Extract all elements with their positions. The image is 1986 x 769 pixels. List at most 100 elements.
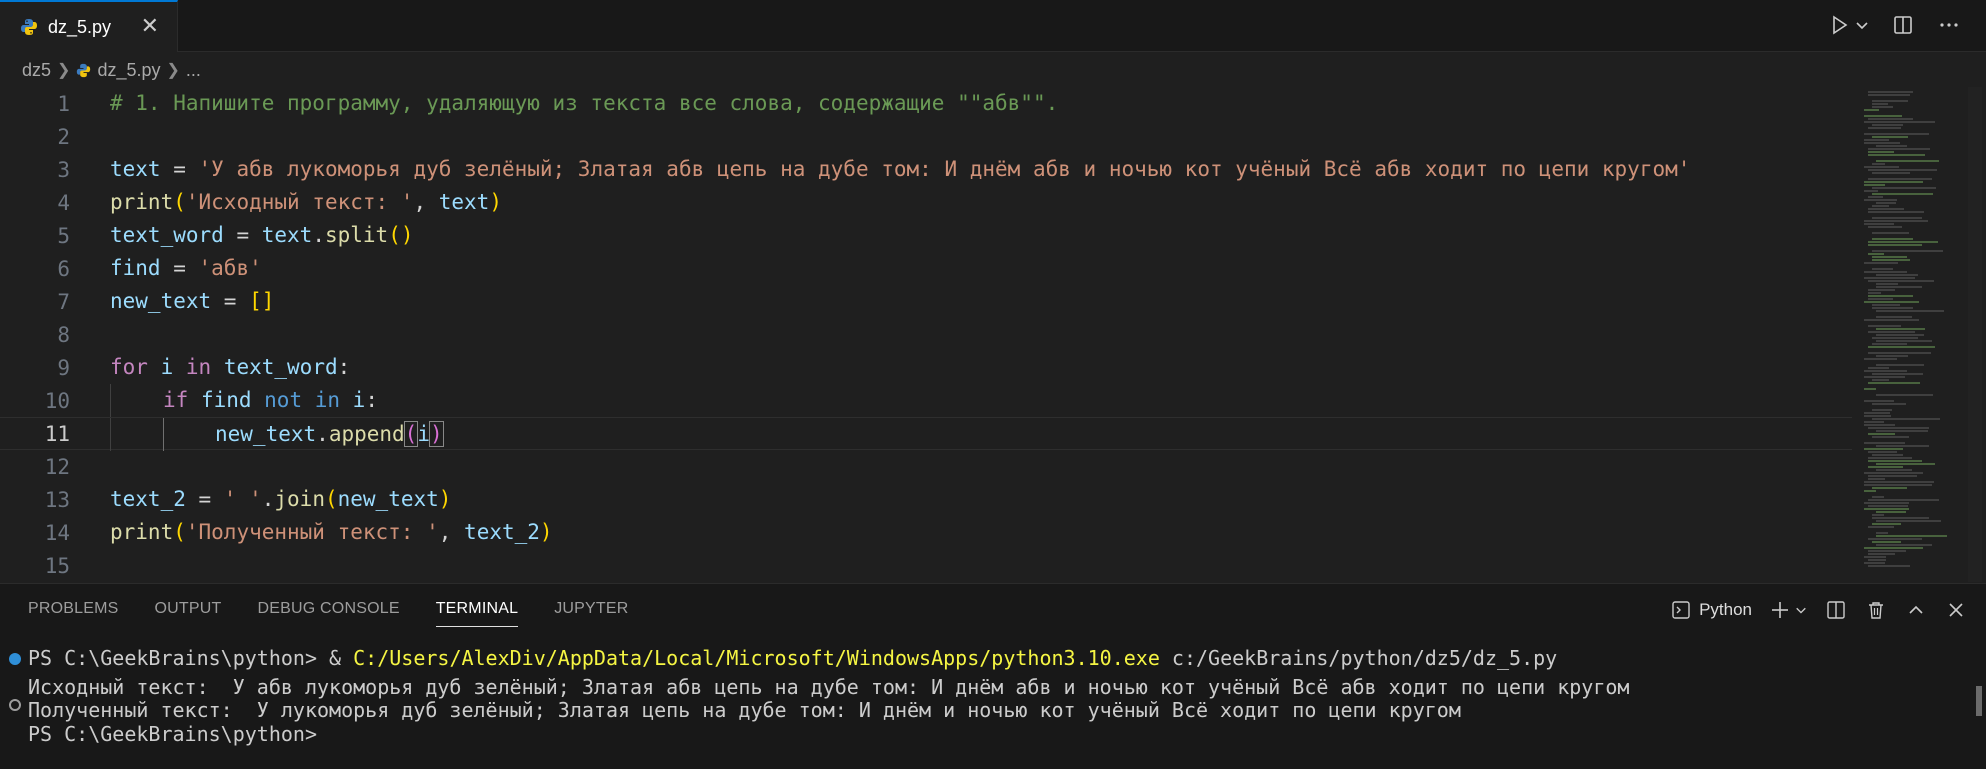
python-file-icon [76, 63, 91, 78]
code-string: 'Полученный текст: ' [185, 520, 439, 544]
line-number: 15 [44, 553, 70, 578]
minimap-line [1872, 487, 1907, 489]
code-token: ( [173, 520, 186, 544]
code-token: text [261, 223, 313, 247]
tab-debug-console[interactable]: DEBUG CONSOLE [258, 600, 400, 627]
line-number: 9 [57, 355, 70, 380]
minimap-line [1868, 352, 1931, 354]
minimap-line [1868, 538, 1922, 540]
code-line-14[interactable]: 14 print('Полученный текст: ', text_2) [0, 516, 1852, 549]
minimap-line [1872, 250, 1943, 252]
minimap-line [1868, 451, 1897, 453]
breadcrumb-folder[interactable]: dz5 [22, 60, 51, 81]
split-terminal-icon [1827, 601, 1845, 619]
minimap-line [1864, 442, 1905, 444]
code-line-12[interactable]: 12 [0, 450, 1852, 483]
breadcrumb-file[interactable]: dz_5.py [97, 60, 160, 81]
panel-actions: Python [1671, 598, 1968, 622]
code-line-13[interactable]: 13 text_2 = ' '.join(new_text) [0, 483, 1852, 516]
code-token: text_word [211, 355, 338, 379]
minimap-line [1868, 478, 1885, 480]
minimap-line [1864, 448, 1903, 450]
minimap-line [1868, 550, 1906, 552]
line-number: 2 [57, 124, 70, 149]
code-line-9[interactable]: 9 for i in text_word: [0, 351, 1852, 384]
code-line-3[interactable]: 3 text = 'У абв лукоморья дуб зелёный; З… [0, 153, 1852, 186]
minimap-line [1868, 196, 1883, 198]
code-token: split [324, 223, 389, 247]
code-line-4[interactable]: 4 print('Исходный текст: ', text) [0, 186, 1852, 219]
tab-problems[interactable]: PROBLEMS [28, 600, 119, 627]
minimap-line [1872, 172, 1910, 174]
code-token: append [328, 422, 405, 446]
minimap-line [1868, 127, 1901, 129]
run-python-file-button[interactable] [1826, 12, 1852, 38]
minimap-line [1868, 427, 1929, 429]
minimap-line [1876, 160, 1939, 162]
chevron-up-icon [1909, 605, 1923, 614]
tab-dz-5-py[interactable]: dz_5.py ✕ [0, 0, 178, 52]
minimap-line [1868, 553, 1895, 555]
command-success-decoration[interactable] [9, 653, 21, 665]
editor-actions [1826, 12, 1962, 38]
minimap-line [1872, 259, 1910, 261]
split-editor-button[interactable] [1890, 12, 1916, 38]
minimap-line [1864, 508, 1909, 510]
editor-scrollbar[interactable] [1968, 87, 1982, 582]
terminal-dropdown-button[interactable] [1794, 598, 1808, 622]
code-line-7[interactable]: 7 new_text = [] [0, 285, 1852, 318]
code-line-15[interactable]: 15 [0, 549, 1852, 582]
kill-terminal-button[interactable] [1864, 598, 1888, 622]
breadcrumb-symbols[interactable]: ... [186, 60, 201, 81]
terminal-scrollbar[interactable] [1976, 686, 1982, 716]
minimap-line [1864, 562, 1885, 564]
code-token: = [160, 256, 199, 280]
tab-label: dz_5.py [48, 16, 112, 37]
code-token: new_text [337, 487, 439, 511]
code-keyword: if [163, 388, 189, 412]
close-icon[interactable]: ✕ [141, 14, 159, 39]
minimap-line [1872, 304, 1900, 306]
tab-output[interactable]: OUTPUT [155, 600, 222, 627]
split-terminal-button[interactable] [1824, 598, 1848, 622]
code-line-11[interactable]: 11 new_text.append(i) [0, 417, 1852, 451]
tab-jupyter[interactable]: JUPYTER [554, 600, 628, 627]
close-panel-button[interactable] [1944, 598, 1968, 622]
code-line-10[interactable]: 10 if find not in i: [0, 384, 1852, 417]
editor-tab-bar: dz_5.py ✕ [0, 0, 1986, 52]
code-line-6[interactable]: 6 find = 'абв' [0, 252, 1852, 285]
command-decoration[interactable] [9, 699, 21, 711]
more-actions-button[interactable] [1936, 12, 1962, 38]
tab-terminal[interactable]: TERMINAL [435, 600, 519, 627]
minimap-line [1876, 463, 1935, 465]
minimap-line [1868, 94, 1910, 96]
minimap-line [1868, 475, 1917, 477]
maximize-panel-button[interactable] [1904, 598, 1928, 622]
minimap-line [1872, 454, 1903, 456]
minimap-line [1868, 505, 1908, 507]
indent-guide [110, 418, 111, 451]
code-line-8[interactable]: 8 [0, 318, 1852, 351]
terminal-line: PS C:\GeekBrains\python> & C:/Users/Alex… [28, 644, 1557, 673]
minimap-line [1864, 220, 1928, 222]
line-number: 10 [44, 388, 70, 413]
code-editor[interactable]: 1 # 1. Напишите программу, удаляющую из … [0, 87, 1986, 582]
code-line-2[interactable]: 2 [0, 120, 1852, 153]
code-token: [] [249, 289, 275, 313]
new-terminal-button[interactable] [1768, 598, 1792, 622]
minimap-line [1864, 421, 1884, 423]
code-line-5[interactable]: 5 text_word = text.split() [0, 219, 1852, 252]
code-line-1[interactable]: 1 # 1. Напишите программу, удаляющую из … [0, 87, 1852, 120]
minimap-line [1876, 145, 1907, 147]
minimap-line [1872, 268, 1893, 270]
minimap-line [1868, 208, 1904, 210]
line-number: 13 [44, 487, 70, 512]
code-token: text_2 [464, 520, 540, 544]
run-dropdown-button[interactable] [1854, 12, 1870, 38]
terminal-selector[interactable]: Python [1671, 600, 1752, 620]
minimap[interactable] [1856, 87, 1972, 582]
line-number: 8 [57, 322, 70, 347]
code-token: : [365, 388, 378, 412]
play-icon [1833, 15, 1848, 35]
minimap-line [1872, 205, 1889, 207]
